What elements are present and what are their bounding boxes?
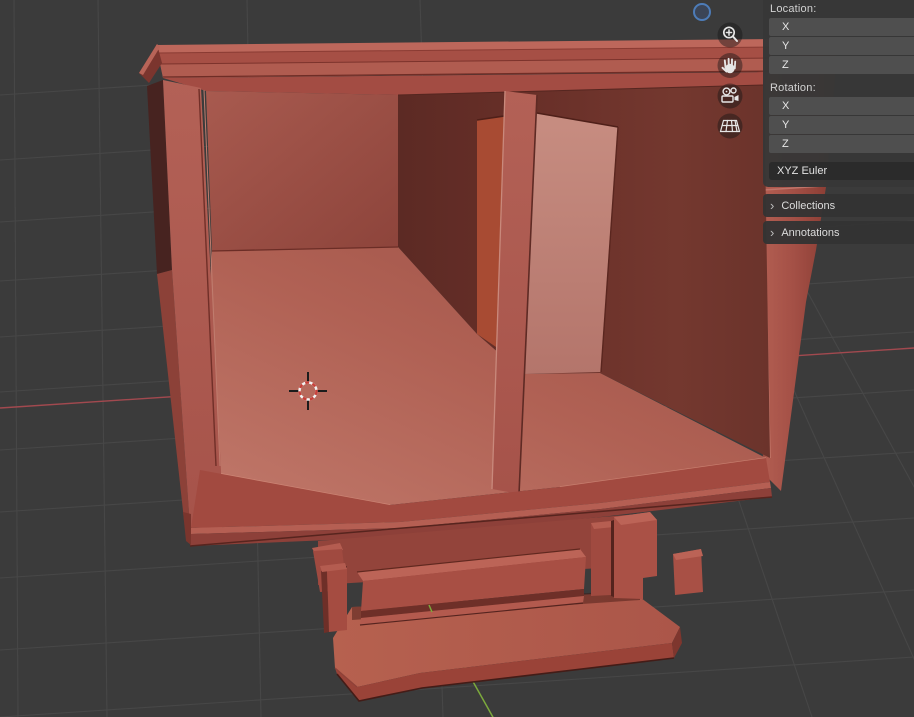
annotations-label: Annotations	[781, 226, 840, 239]
chevron-right-icon: ›	[770, 224, 775, 240]
rotation-label: Rotation:	[770, 82, 816, 94]
transform-panel: Location: X Y Z Rotation: X Y Z XYZ Eule…	[763, 0, 914, 187]
rotation-mode-dropdown[interactable]: XYZ Euler	[769, 162, 914, 180]
pan-button[interactable]	[717, 53, 743, 78]
perspective-grid-button[interactable]	[717, 113, 743, 139]
annotations-panel-header[interactable]: › Annotations	[763, 221, 914, 244]
location-z-field[interactable]: Z	[769, 56, 914, 74]
rotation-y-field[interactable]: Y	[769, 116, 914, 134]
collections-panel-header[interactable]: › Collections	[763, 194, 914, 217]
base-sled	[312, 512, 703, 702]
back-wall	[206, 91, 398, 251]
zoom-button[interactable]	[717, 22, 743, 48]
chevron-right-icon: ›	[770, 197, 775, 213]
rotation-x-field[interactable]: X	[769, 97, 914, 115]
location-label: Location:	[770, 3, 817, 15]
blender-3d-viewport[interactable]: Location: X Y Z Rotation: X Y Z XYZ Eule…	[0, 0, 914, 717]
location-x-field[interactable]: X	[769, 18, 914, 36]
location-y-field[interactable]: Y	[769, 37, 914, 55]
collections-label: Collections	[781, 199, 836, 212]
camera-view-button[interactable]	[717, 83, 743, 109]
rotation-z-field[interactable]: Z	[769, 135, 914, 153]
gizmo-axis-ball[interactable]	[693, 3, 711, 21]
